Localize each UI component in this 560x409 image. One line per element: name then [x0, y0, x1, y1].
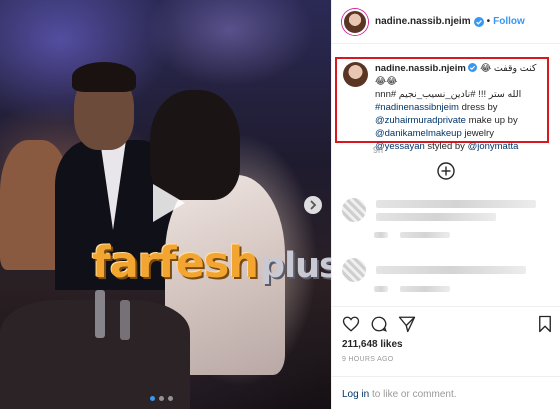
share-icon[interactable]: [398, 315, 416, 333]
caption-text: styled by: [424, 141, 468, 152]
caption-username[interactable]: nadine.nassib.njeim: [375, 63, 466, 74]
caption-text: dress by: [458, 102, 498, 113]
watermark-part1: farfesh: [92, 238, 259, 288]
post-sidebar: nadine.nassib.njeim • Follow nadine.nass…: [331, 0, 560, 409]
blurred-comment: [342, 258, 526, 282]
login-prompt: Log in to like or comment.: [332, 376, 560, 409]
caption-avatar[interactable]: [343, 62, 368, 87]
play-icon[interactable]: [143, 180, 189, 226]
verified-icon: [473, 16, 484, 27]
comment-icon[interactable]: [370, 315, 388, 333]
hashtag-link[interactable]: #nadinenassibnjeim: [375, 102, 459, 113]
watermark: farfesh plus.com: [92, 238, 331, 288]
glass: [95, 290, 105, 338]
carousel-dot: [159, 396, 164, 401]
mention-link[interactable]: @jonymatta: [468, 141, 519, 152]
blurred-text: [376, 212, 496, 221]
avatar: [342, 198, 366, 222]
bookmark-icon[interactable]: [536, 315, 554, 333]
caption-arabic-line2: الله ستر !!! #نادين_نسيب_نجيم #nnn: [375, 89, 522, 100]
glass: [120, 300, 130, 340]
caption: nadine.nassib.njeim كنت وقفت 😂😂😂 الله ست…: [375, 62, 547, 153]
blurred-meta: [374, 232, 450, 238]
carousel-dots: [150, 396, 173, 401]
heart-icon[interactable]: [342, 315, 360, 333]
caption-text: jewelry: [461, 128, 494, 139]
mention-link[interactable]: @danikamelmakeup: [375, 128, 462, 139]
username-link[interactable]: nadine.nassib.njeim: [375, 16, 471, 27]
follow-button[interactable]: Follow: [493, 16, 525, 27]
post-media[interactable]: farfesh plus.com: [0, 0, 331, 409]
post-header: nadine.nassib.njeim • Follow: [332, 0, 560, 44]
likes-count[interactable]: 211,648 likes: [342, 339, 403, 350]
avatar[interactable]: [342, 8, 368, 35]
post-timestamp: 9 HOURS AGO: [342, 356, 394, 363]
man-hair: [72, 62, 136, 92]
blurred-text: [376, 266, 526, 274]
carousel-dot: [168, 396, 173, 401]
blurred-text: [376, 199, 536, 208]
watermark-part2: plus.com: [260, 246, 331, 286]
caption-highlight: nadine.nassib.njeim كنت وقفت 😂😂😂 الله ست…: [335, 57, 549, 152]
mention-link[interactable]: @zuhairmuradprivate: [375, 115, 466, 126]
blurred-meta: [374, 286, 450, 292]
add-circle-icon[interactable]: [437, 162, 455, 180]
carousel-dot: [150, 396, 155, 401]
chevron-right-icon: [310, 200, 317, 210]
caption-time: 9h: [373, 145, 384, 155]
verified-icon: [468, 63, 478, 72]
blurred-comment: [342, 198, 536, 222]
next-slide-button[interactable]: [304, 196, 322, 214]
caption-text: make up by: [465, 115, 518, 126]
login-link[interactable]: Log in: [342, 389, 369, 400]
avatar: [342, 258, 366, 282]
login-prompt-text: to like or comment.: [369, 389, 457, 400]
separator: •: [486, 16, 491, 27]
action-bar: [332, 306, 560, 342]
